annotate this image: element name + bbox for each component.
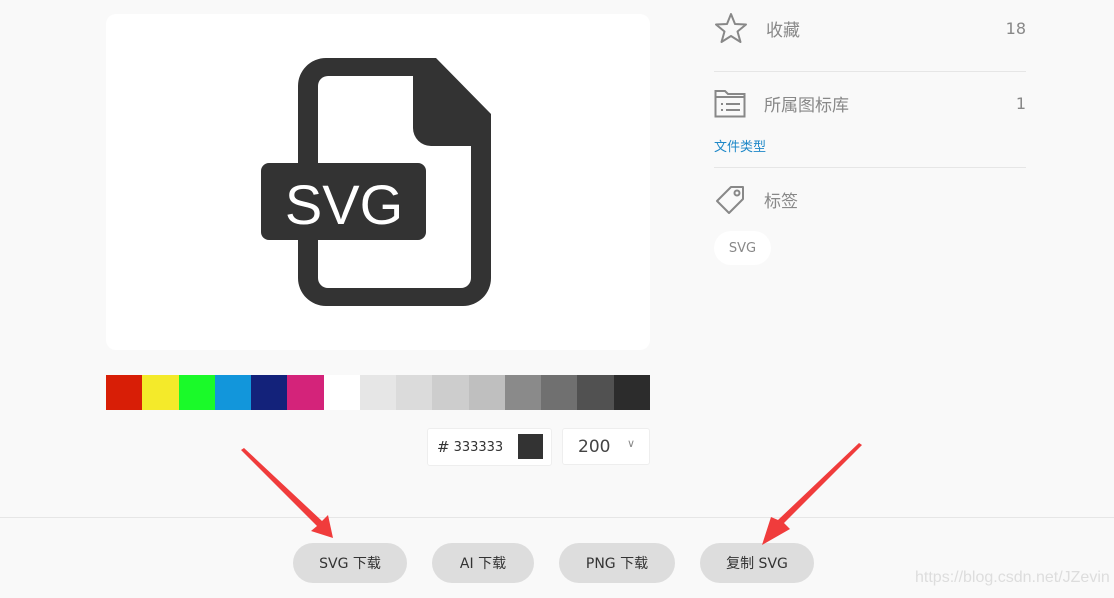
star-icon [715,13,747,43]
arrow-icon [241,448,333,538]
color-swatch[interactable] [541,375,578,410]
color-swatch[interactable] [468,375,505,410]
hash-symbol: # [437,438,450,456]
color-swatch[interactable] [251,375,288,410]
icon-preview: SVG [106,14,650,350]
preview-icon-label: SVG [285,173,403,236]
color-swatch[interactable] [323,375,360,410]
divider [714,71,1026,72]
color-swatch[interactable] [359,375,397,410]
color-palette [106,375,650,410]
size-select[interactable]: 200 ∨ [562,428,650,465]
copy-svg-button[interactable]: 复制 SVG [700,543,814,583]
favorites-label: 收藏 [766,20,800,41]
library-link[interactable]: 文件类型 [714,136,766,155]
size-value: 200 [578,436,611,457]
library-label: 所属图标库 [764,95,849,116]
divider [714,167,1026,168]
color-hex-input[interactable]: # 333333 [427,428,552,466]
color-preview-chip[interactable] [518,434,543,459]
color-swatch[interactable] [432,375,469,410]
watermark: https://blog.csdn.net/JZevin [915,569,1110,586]
svg-file-icon: SVG [261,58,491,306]
tag-icon [716,186,744,214]
hex-value[interactable]: 333333 [454,440,504,455]
color-swatch[interactable] [178,375,215,410]
color-swatch[interactable] [613,375,650,410]
color-swatch[interactable] [214,375,252,410]
tags-label: 标签 [764,191,798,212]
folder-list-icon [714,90,746,118]
color-swatch[interactable] [577,375,614,410]
svg-download-button[interactable]: SVG 下载 [293,543,407,583]
library-count: 1 [1015,93,1026,113]
tags-row: 标签 [714,182,1026,216]
color-swatch[interactable] [396,375,433,410]
chevron-down-icon: ∨ [626,437,635,450]
color-swatch[interactable] [287,375,324,410]
ai-download-button[interactable]: AI 下载 [432,543,534,583]
color-swatch[interactable] [504,375,542,410]
color-swatch[interactable] [106,375,143,410]
png-download-button[interactable]: PNG 下载 [559,543,675,583]
favorites-row[interactable]: 收藏 18 [714,11,1026,45]
library-row[interactable]: 所属图标库 1 [714,86,1026,120]
tag-chip[interactable]: SVG [714,231,771,265]
favorites-count: 18 [1005,18,1026,38]
arrow-icon [762,443,862,545]
footer-divider [0,517,1114,518]
color-swatch[interactable] [142,375,179,410]
